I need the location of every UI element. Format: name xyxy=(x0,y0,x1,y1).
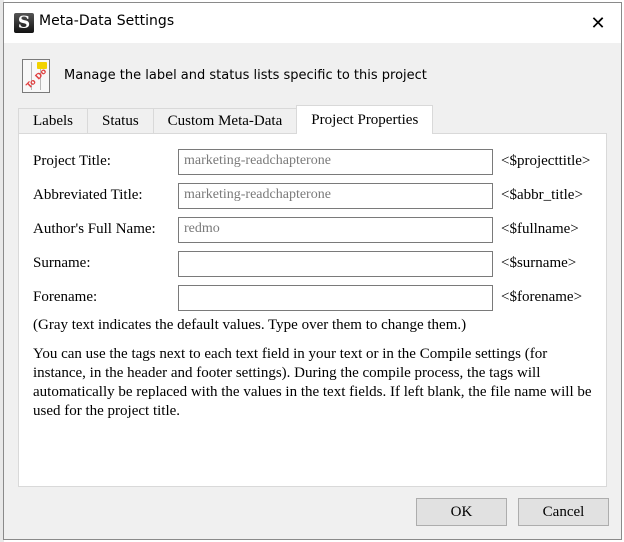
project-title-field[interactable]: marketing-readchapterone xyxy=(178,149,493,175)
header-description: Manage the label and status lists specif… xyxy=(64,68,427,83)
dialog-title: Meta-Data Settings xyxy=(39,13,175,29)
forename-label: Forename: xyxy=(33,289,98,305)
ok-button[interactable]: OK xyxy=(416,498,507,526)
cancel-button[interactable]: Cancel xyxy=(518,498,609,526)
forename-field[interactable] xyxy=(178,285,493,311)
tab-project-properties[interactable]: Project Properties xyxy=(296,105,434,134)
project-title-row: Project Title: marketing-readchapterone … xyxy=(33,149,603,175)
full-name-field[interactable]: redmo xyxy=(178,217,493,243)
tab-bar: Labels Status Custom Meta-Data Project P… xyxy=(18,105,434,134)
scrivener-icon: S xyxy=(14,13,34,33)
tab-custom-meta-data[interactable]: Custom Meta-Data xyxy=(152,108,298,133)
close-icon: ✕ xyxy=(590,12,606,34)
full-name-row: Author's Full Name: redmo <$fullname> xyxy=(33,217,603,243)
tags-help-text: You can use the tags next to each text f… xyxy=(33,346,592,419)
todo-list-icon: To Do xyxy=(22,59,50,93)
close-button[interactable]: ✕ xyxy=(575,3,621,43)
project-properties-panel: Project Title: marketing-readchapterone … xyxy=(18,133,607,487)
default-values-note: (Gray text indicates the default values.… xyxy=(33,317,467,333)
abbreviated-title-label: Abbreviated Title: xyxy=(33,187,143,203)
tab-labels[interactable]: Labels xyxy=(18,108,88,133)
abbreviated-title-field[interactable]: marketing-readchapterone xyxy=(178,183,493,209)
surname-field[interactable] xyxy=(178,251,493,277)
project-title-label: Project Title: xyxy=(33,153,111,169)
full-name-label: Author's Full Name: xyxy=(33,221,156,237)
title-bar: S Meta-Data Settings ✕ xyxy=(4,3,621,43)
full-name-tag: <$fullname> xyxy=(501,221,579,237)
abbreviated-title-row: Abbreviated Title: marketing-readchapter… xyxy=(33,183,603,209)
tab-status[interactable]: Status xyxy=(86,108,154,133)
project-title-tag: <$projecttitle> xyxy=(501,153,591,169)
meta-data-settings-dialog: S Meta-Data Settings ✕ To Do Manage the … xyxy=(3,2,622,540)
forename-row: Forename: <$forename> xyxy=(33,285,603,311)
surname-tag: <$surname> xyxy=(501,255,577,271)
surname-row: Surname: <$surname> xyxy=(33,251,603,277)
forename-tag: <$forename> xyxy=(501,289,583,305)
abbreviated-title-tag: <$abbr_title> xyxy=(501,187,583,203)
surname-label: Surname: xyxy=(33,255,91,271)
